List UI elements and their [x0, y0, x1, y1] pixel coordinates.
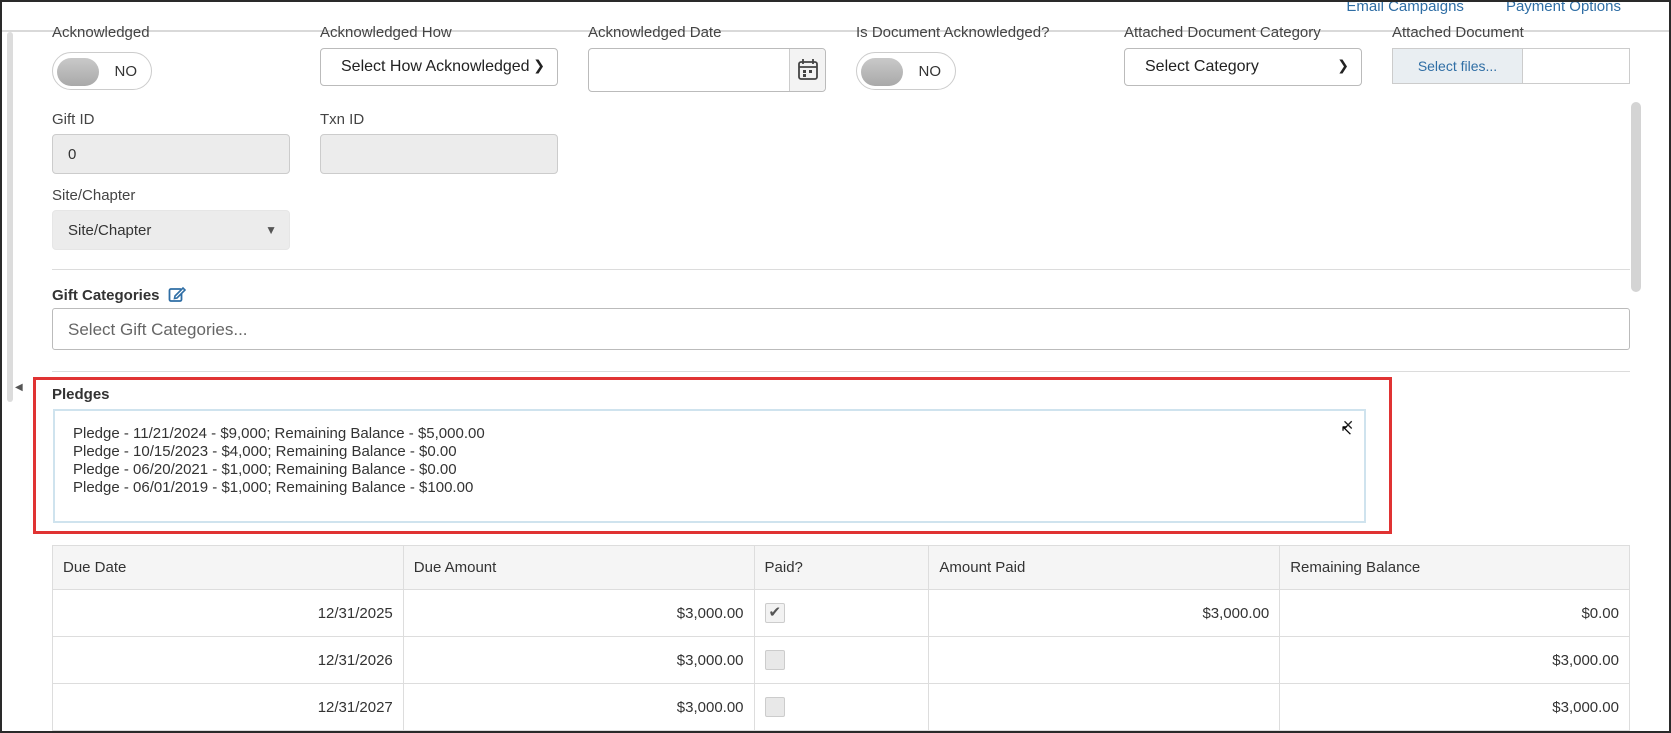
is-doc-ack-toggle-text: NO — [918, 63, 942, 80]
doc-category-label: Attached Document Category — [1124, 24, 1321, 41]
paid-checkbox[interactable] — [764, 603, 785, 623]
pledges-label: Pledges — [52, 386, 110, 403]
cell-due-date: 12/31/2026 — [52, 636, 404, 684]
link-payment-options[interactable]: Payment Options — [1506, 2, 1621, 15]
table-row: 12/31/2026 $3,000.00 $3,000.00 — [52, 636, 1630, 684]
toggle-knob — [57, 58, 99, 86]
pledges-list[interactable]: Pledge - 11/21/2024 - $9,000; Remaining … — [53, 409, 1366, 523]
cell-amount-paid — [928, 683, 1281, 731]
chevron-down-icon: ❯ — [533, 57, 545, 73]
toggle-knob — [861, 58, 903, 86]
pledge-item[interactable]: Pledge - 06/01/2019 - $1,000; Remaining … — [73, 479, 485, 497]
site-chapter-label: Site/Chapter — [52, 187, 136, 204]
calendar-icon — [798, 59, 818, 80]
edit-icon-svg — [168, 286, 186, 302]
cell-due-date: 12/31/2025 — [52, 589, 404, 637]
chevron-down-icon: ❯ — [1337, 57, 1349, 73]
pledge-item[interactable]: Pledge - 10/15/2023 - $4,000; Remaining … — [73, 443, 485, 461]
header-due-amount[interactable]: Due Amount — [402, 545, 755, 590]
acknowledged-how-label: Acknowledged How — [320, 24, 452, 41]
cell-remaining: $0.00 — [1279, 589, 1630, 637]
gift-categories-label: Gift Categories — [52, 285, 186, 307]
attached-doc-upload[interactable]: Select files... — [1392, 48, 1630, 84]
cell-paid — [753, 636, 930, 684]
acknowledged-date-label: Acknowledged Date — [588, 24, 722, 41]
cell-due-amount: $3,000.00 — [402, 589, 755, 637]
gift-id-label: Gift ID — [52, 111, 95, 128]
txn-id-field[interactable] — [320, 134, 558, 174]
site-chapter-select[interactable]: Site/Chapter ▼ — [52, 210, 290, 250]
site-chapter-value: Site/Chapter — [68, 222, 152, 239]
top-links: Email Campaigns Payment Options — [1346, 2, 1621, 15]
calendar-button[interactable] — [789, 49, 825, 91]
acknowledged-date-input[interactable] — [588, 48, 826, 92]
acknowledged-toggle[interactable]: NO — [52, 52, 152, 90]
vertical-scrollbar-thumb[interactable] — [1631, 102, 1641, 292]
doc-category-value: Select Category — [1145, 58, 1259, 75]
header-amount-paid[interactable]: Amount Paid — [928, 545, 1281, 590]
table-row: 12/31/2027 $3,000.00 $3,000.00 — [52, 683, 1630, 731]
edit-icon[interactable] — [168, 285, 186, 307]
cell-paid — [753, 589, 930, 637]
table-header-row: Due Date Due Amount Paid? Amount Paid Re… — [52, 545, 1630, 590]
acknowledged-label: Acknowledged — [52, 24, 150, 41]
cell-amount-paid — [928, 636, 1281, 684]
left-splitter[interactable] — [7, 32, 13, 402]
cell-amount-paid: $3,000.00 — [928, 589, 1281, 637]
cell-due-amount: $3,000.00 — [402, 636, 755, 684]
link-email-campaigns[interactable]: Email Campaigns — [1346, 2, 1464, 15]
pledge-item[interactable]: Pledge - 11/21/2024 - $9,000; Remaining … — [73, 425, 485, 443]
cell-due-amount: $3,000.00 — [402, 683, 755, 731]
header-paid[interactable]: Paid? — [753, 545, 930, 590]
paid-checkbox[interactable] — [764, 650, 785, 670]
is-doc-ack-label: Is Document Acknowledged? — [856, 24, 1050, 41]
paid-checkbox[interactable] — [764, 697, 785, 717]
cell-remaining: $3,000.00 — [1279, 683, 1630, 731]
is-doc-ack-toggle[interactable]: NO — [856, 52, 956, 90]
txn-id-label: Txn ID — [320, 111, 365, 128]
app-frame: Email Campaigns Payment Options ◀ Acknow… — [0, 0, 1671, 733]
gift-categories-input[interactable]: Select Gift Categories... — [52, 308, 1630, 350]
cell-paid — [753, 683, 930, 731]
acknowledged-how-value: Select How Acknowledged — [341, 58, 530, 75]
header-remaining-balance[interactable]: Remaining Balance — [1279, 545, 1630, 590]
attached-doc-label: Attached Document — [1392, 24, 1524, 41]
section-divider — [52, 269, 1630, 270]
select-files-button[interactable]: Select files... — [1393, 49, 1523, 83]
pledges-items: Pledge - 11/21/2024 - $9,000; Remaining … — [73, 425, 485, 497]
pledge-item[interactable]: Pledge - 06/20/2021 - $1,000; Remaining … — [73, 461, 485, 479]
collapse-arrow-icon[interactable]: ◀ — [15, 382, 23, 393]
gift-id-field[interactable]: 0 — [52, 134, 290, 174]
cell-remaining: $3,000.00 — [1279, 636, 1630, 684]
caret-down-icon: ▼ — [265, 223, 277, 237]
payment-schedule-table: Due Date Due Amount Paid? Amount Paid Re… — [52, 545, 1630, 731]
acknowledged-how-select[interactable]: Select How Acknowledged ❯ — [320, 48, 558, 86]
cell-due-date: 12/31/2027 — [52, 683, 404, 731]
table-row: 12/31/2025 $3,000.00 $3,000.00 $0.00 — [52, 589, 1630, 637]
gift-categories-label-text: Gift Categories — [52, 287, 160, 304]
section-divider — [52, 371, 1630, 372]
doc-category-select[interactable]: Select Category ❯ — [1124, 48, 1362, 86]
header-due-date[interactable]: Due Date — [52, 545, 404, 590]
mouse-cursor-icon: ↖ — [1340, 422, 1353, 439]
acknowledged-toggle-text: NO — [114, 63, 138, 80]
